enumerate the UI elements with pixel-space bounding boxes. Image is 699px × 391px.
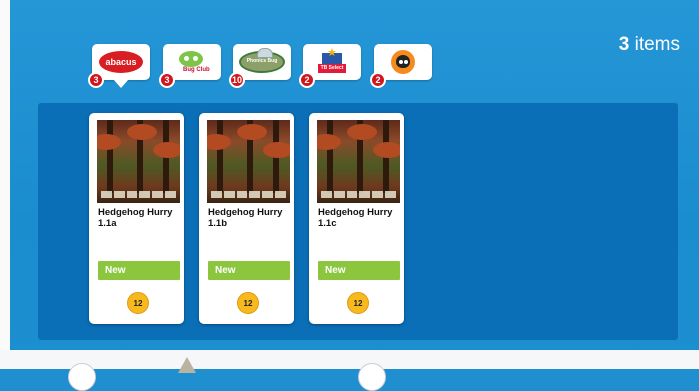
count-badge: 12 [347,292,369,314]
card-title: Hedgehog Hurry 1.1a [98,207,173,229]
abacus-logo-text: abacus [105,57,137,67]
abacus-logo: abacus [99,51,143,73]
card-thumbnail [97,120,180,203]
tab-cat[interactable]: 2 [370,44,432,88]
bug-club-logo: Bug Club [169,49,215,75]
home-icon[interactable] [68,363,96,391]
select-logo: ★ TB Select [318,47,346,75]
item-count-number: 3 [618,34,630,55]
card-title: Hedgehog Hurry 1.1b [208,207,283,229]
tab-select[interactable]: ★ TB Select 2 [299,44,361,88]
count-badge: 12 [237,292,259,314]
tab-badge: 2 [370,72,386,88]
select-logo-text: TB Select [318,64,346,73]
item-count: 3 items [619,34,680,56]
bug-club-logo-text: Bug Club [183,67,210,73]
phonics-logo: Phonics Bug [239,48,285,73]
card-thumbnail [207,120,290,203]
cat-logo [391,50,415,74]
item-count-label: items [629,34,680,55]
resource-card[interactable]: Hedgehog Hurry 1.1a New 12 [89,113,184,324]
selected-tab-pointer [113,79,129,88]
tab-abacus[interactable]: abacus 3 [88,44,150,88]
tab-badge: 10 [229,72,245,88]
resource-card[interactable]: Hedgehog Hurry 1.1c New 12 [309,113,404,324]
card-thumbnail [317,120,400,203]
phonics-logo-text: Phonics Bug [246,58,278,64]
tab-bug-club[interactable]: Bug Club 3 [159,44,221,88]
new-label: New [318,261,400,280]
tab-badge: 2 [299,72,315,88]
card-title: Hedgehog Hurry 1.1c [318,207,393,229]
tab-badge: 3 [88,72,104,88]
bottom-toolbar [0,355,699,391]
menu-icon[interactable] [358,363,386,391]
count-badge: 12 [127,292,149,314]
left-edge [0,0,10,369]
tab-phonics[interactable]: Phonics Bug 10 [229,44,291,88]
new-label: New [98,261,180,280]
tab-badge: 3 [159,72,175,88]
triangle-icon[interactable] [178,357,196,373]
new-label: New [208,261,290,280]
resource-card[interactable]: Hedgehog Hurry 1.1b New 12 [199,113,294,324]
